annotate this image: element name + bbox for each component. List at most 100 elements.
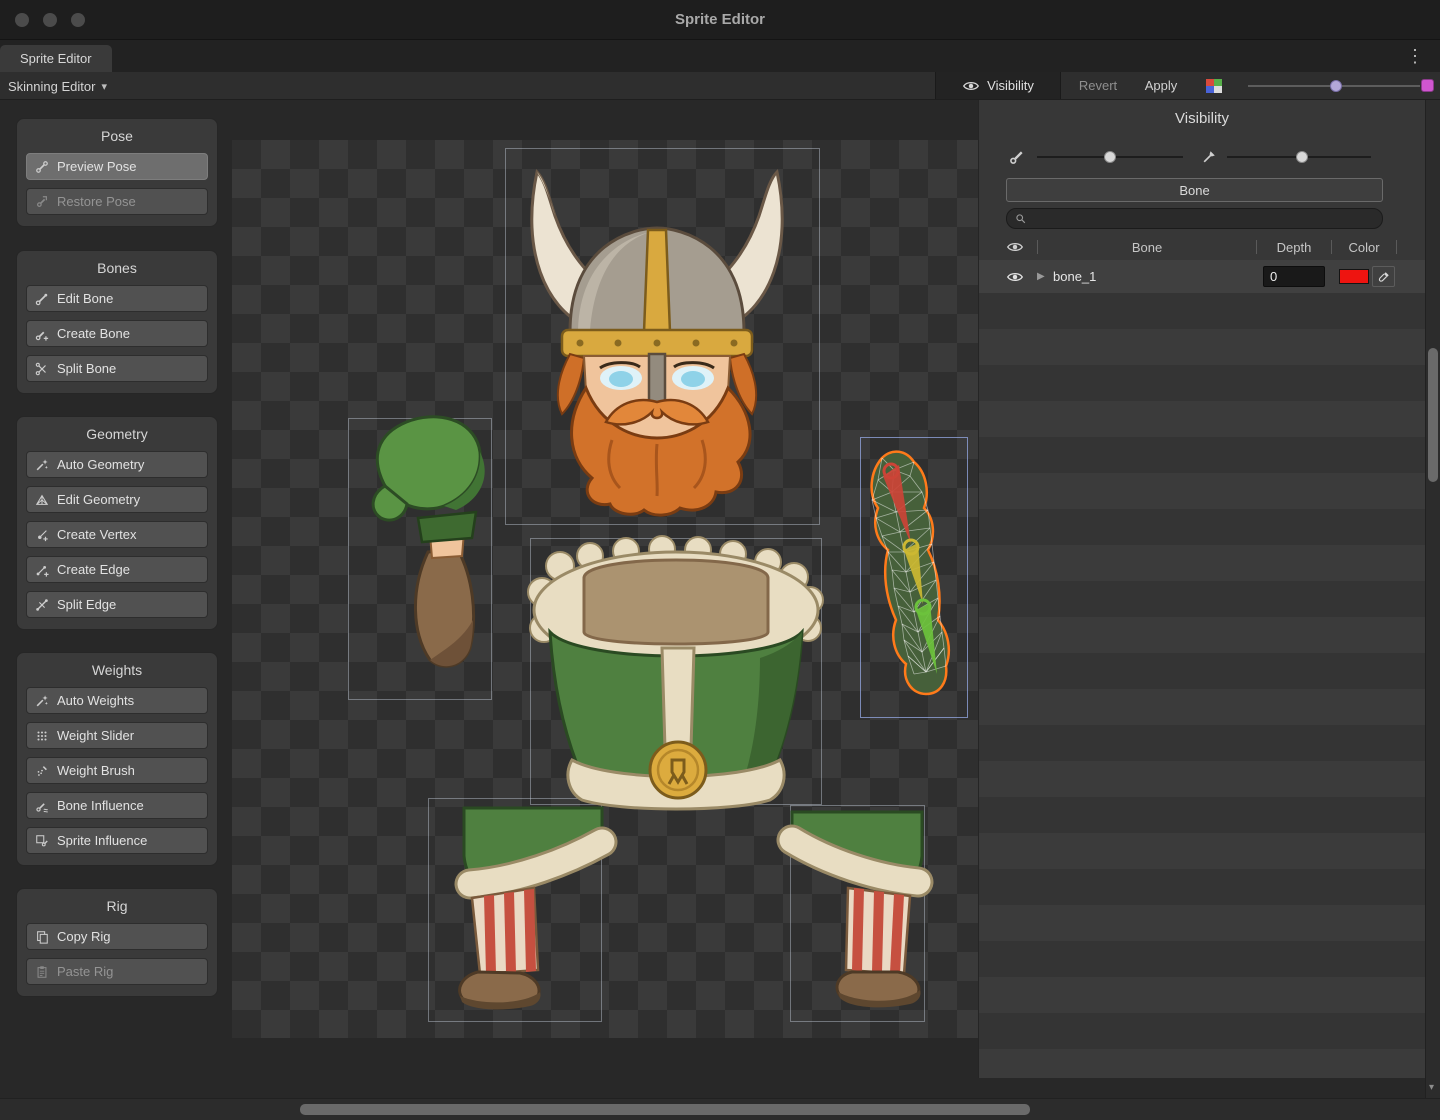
edit-geometry-button[interactable]: Edit Geometry (26, 486, 208, 513)
toolbar: Skinning Editor ▾ Visibility Revert Appl… (0, 72, 1440, 100)
mesh-opacity-icon (1201, 148, 1218, 165)
column-header-depth: Depth (1257, 240, 1331, 255)
weights-panel-title: Weights (26, 660, 208, 679)
paste-rig-icon (35, 965, 49, 979)
tab-bar: Sprite Editor ⋮ (0, 40, 1440, 72)
weight-brush-button[interactable]: Weight Brush (26, 757, 208, 784)
rig-panel: Rig Copy Rig Paste Rig (16, 888, 218, 997)
visibility-sliders (979, 142, 1425, 172)
button-label: Create Bone (57, 326, 130, 341)
rig-arm-sprite[interactable] (872, 452, 949, 694)
bone-table-header: Bone Depth Color (993, 236, 1397, 258)
eye-icon (962, 80, 980, 92)
revert-button[interactable]: Revert (1063, 72, 1133, 99)
kebab-menu-icon[interactable]: ⋮ (1406, 44, 1424, 68)
auto-weights-button[interactable]: Auto Weights (26, 687, 208, 714)
visibility-column-eye-icon (993, 241, 1037, 253)
geometry-panel-title: Geometry (26, 424, 208, 443)
edit-geometry-icon (35, 493, 49, 507)
bones-panel-title: Bones (26, 258, 208, 277)
paste-rig-button[interactable]: Paste Rig (26, 958, 208, 985)
preview-pose-icon (35, 160, 49, 174)
bone-opacity-icon (1009, 148, 1026, 165)
visibility-toggle-button[interactable]: Visibility (935, 72, 1061, 99)
sprite-canvas[interactable] (232, 140, 978, 1038)
bones-panel: Bones Edit Bone Create Bone Split Bone (16, 250, 218, 394)
horizontal-scrollbar[interactable] (0, 1098, 1440, 1120)
scroll-down-arrow-icon[interactable]: ▾ (1429, 1082, 1434, 1093)
vertical-scrollbar-thumb[interactable] (1428, 348, 1438, 482)
rig-panel-title: Rig (26, 896, 208, 915)
sprite-influence-icon (35, 834, 49, 848)
button-label: Bone Influence (57, 798, 144, 813)
search-icon (1015, 213, 1026, 224)
split-bone-icon (35, 362, 49, 376)
pose-panel: Pose Preview Pose Restore Pose (16, 118, 218, 227)
vertical-scrollbar[interactable]: ▾ (1425, 100, 1440, 1098)
button-label: Weight Brush (57, 763, 135, 778)
expand-arrow-icon[interactable]: ▶ (1037, 271, 1053, 282)
mode-dropdown[interactable]: Skinning Editor ▾ (8, 72, 107, 100)
sprite-influence-button[interactable]: Sprite Influence (26, 827, 208, 854)
restore-pose-button[interactable]: Restore Pose (26, 188, 208, 215)
edit-bone-icon (35, 292, 49, 306)
apply-button[interactable]: Apply (1135, 72, 1187, 99)
column-header-color: Color (1332, 240, 1396, 255)
button-label: Edit Bone (57, 291, 113, 306)
copy-rig-button[interactable]: Copy Rig (26, 923, 208, 950)
bone-name: bone_1 (1053, 269, 1263, 284)
search-input[interactable] (1032, 212, 1374, 226)
depth-input[interactable] (1263, 266, 1325, 287)
bone-influence-icon (35, 799, 49, 813)
auto-weights-icon (35, 694, 49, 708)
right-leg-sprite[interactable] (792, 812, 922, 1007)
eyedropper-icon[interactable] (1372, 266, 1395, 287)
preview-pose-button[interactable]: Preview Pose (26, 153, 208, 180)
mesh-opacity-knob[interactable] (1296, 151, 1308, 163)
restore-pose-icon (35, 195, 49, 209)
button-label: Create Vertex (57, 527, 137, 542)
button-label: Split Bone (57, 361, 116, 376)
bone-search-field[interactable] (1006, 208, 1383, 229)
create-bone-icon (35, 327, 49, 341)
torso-sprite[interactable] (528, 536, 823, 809)
bone-section-button[interactable]: Bone (1006, 178, 1383, 202)
create-edge-icon (35, 563, 49, 577)
bone-table-row[interactable]: ▶ bone_1 (979, 260, 1425, 293)
copy-rig-icon (35, 930, 49, 944)
bone-opacity-slider[interactable] (1037, 156, 1183, 158)
head-sprite[interactable] (532, 172, 782, 515)
button-label: Copy Rig (57, 929, 110, 944)
tab-sprite-editor[interactable]: Sprite Editor (0, 45, 112, 72)
weight-slider-button[interactable]: Weight Slider (26, 722, 208, 749)
column-header-bone: Bone (1038, 240, 1256, 255)
sprite-thumbnail-icon[interactable] (1421, 79, 1434, 92)
button-label: Split Edge (57, 597, 116, 612)
create-bone-button[interactable]: Create Bone (26, 320, 208, 347)
button-label: Auto Weights (57, 693, 134, 708)
left-leg-sprite[interactable] (460, 808, 602, 1009)
split-bone-button[interactable]: Split Bone (26, 355, 208, 382)
horizontal-scrollbar-thumb[interactable] (300, 1104, 1030, 1115)
weight-brush-icon (35, 764, 49, 778)
visibility-panel-title: Visibility (979, 100, 1425, 136)
edit-bone-button[interactable]: Edit Bone (26, 285, 208, 312)
window-titlebar: Sprite Editor (0, 0, 1440, 40)
create-vertex-icon (35, 528, 49, 542)
bone-influence-button[interactable]: Bone Influence (26, 792, 208, 819)
mitten-sprite[interactable] (373, 417, 485, 666)
weights-panel: Weights Auto Weights Weight Slider Weigh… (16, 652, 218, 866)
alpha-slider-knob[interactable] (1330, 80, 1342, 92)
bone-opacity-knob[interactable] (1104, 151, 1116, 163)
alpha-slider[interactable] (1248, 85, 1420, 87)
create-vertex-button[interactable]: Create Vertex (26, 521, 208, 548)
create-edge-button[interactable]: Create Edge (26, 556, 208, 583)
row-visibility-eye-icon[interactable] (993, 271, 1037, 283)
sprite-artwork (232, 140, 978, 1038)
auto-geometry-button[interactable]: Auto Geometry (26, 451, 208, 478)
split-edge-button[interactable]: Split Edge (26, 591, 208, 618)
bone-color-swatch[interactable] (1339, 269, 1369, 284)
bone-list-empty-rows (979, 293, 1425, 1078)
mesh-opacity-slider[interactable] (1227, 156, 1371, 158)
color-channels-icon[interactable] (1206, 79, 1222, 93)
